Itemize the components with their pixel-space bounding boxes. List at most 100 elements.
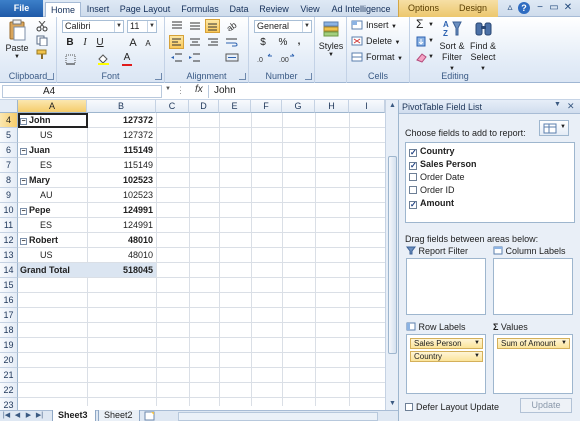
row-header[interactable]: 5: [0, 128, 18, 143]
insert-dropdown-icon[interactable]: ▼: [391, 24, 397, 30]
cell-b[interactable]: 124991: [87, 203, 156, 217]
field-item-sales-person[interactable]: ✓ Sales Person: [409, 158, 477, 171]
italic-button[interactable]: I: [79, 37, 91, 49]
field-checkbox[interactable]: [409, 186, 417, 194]
scroll-up-icon[interactable]: ▲: [388, 102, 397, 110]
autosum-dropdown-icon[interactable]: ▼: [428, 20, 434, 31]
column-header-i[interactable]: I: [349, 100, 385, 113]
format-painter-icon[interactable]: [36, 49, 48, 60]
cell-a[interactable]: US: [18, 128, 87, 142]
font-color-button[interactable]: A: [121, 52, 133, 64]
grow-font-button[interactable]: A: [127, 37, 139, 49]
field-checkbox[interactable]: [409, 173, 417, 181]
cell-a[interactable]: [18, 338, 87, 352]
cell-b[interactable]: 48010: [87, 248, 156, 262]
cell-b[interactable]: 127372: [87, 113, 156, 127]
align-left-button[interactable]: [169, 35, 184, 49]
update-button[interactable]: Update: [520, 398, 572, 413]
row-header[interactable]: 22: [0, 383, 18, 398]
currency-button[interactable]: $: [257, 37, 269, 49]
tab-ad-intelligence[interactable]: Ad Intelligence: [328, 2, 394, 17]
cell-b[interactable]: 115149: [87, 143, 156, 157]
name-box-dropdown-icon[interactable]: ▼: [165, 86, 171, 92]
field-item-order-date[interactable]: Order Date: [409, 171, 465, 184]
select-all-corner[interactable]: [0, 100, 18, 113]
help-icon[interactable]: ?: [518, 2, 530, 14]
last-sheet-icon[interactable]: ▶|: [35, 411, 44, 421]
cut-icon[interactable]: [36, 21, 48, 32]
first-sheet-icon[interactable]: |◀: [2, 411, 11, 421]
fill-color-icon[interactable]: [97, 53, 110, 65]
collapse-icon[interactable]: −: [20, 148, 27, 155]
cell-a[interactable]: − Juan: [18, 143, 87, 157]
cell-b[interactable]: [87, 323, 156, 337]
row-header[interactable]: 18: [0, 323, 18, 338]
cell-b[interactable]: [87, 293, 156, 307]
field-checkbox[interactable]: ✓: [409, 162, 417, 170]
chevron-down-icon[interactable]: ▼: [474, 339, 480, 348]
cell-b[interactable]: 115149: [87, 158, 156, 172]
increase-decimal-icon[interactable]: .0: [257, 53, 273, 64]
next-sheet-icon[interactable]: ▶: [24, 411, 33, 421]
borders-icon[interactable]: [65, 54, 77, 65]
find-select-button[interactable]: Find & Select ▼: [468, 19, 498, 72]
row-header[interactable]: 13: [0, 248, 18, 263]
field-checkbox[interactable]: ✓: [409, 149, 417, 157]
column-header-g[interactable]: G: [282, 100, 315, 113]
restore-icon[interactable]: ▭: [548, 2, 560, 14]
worksheet-grid[interactable]: A B C D E F G H I − John 127372 US 127372− Ju…: [0, 100, 385, 413]
vertical-scroll-thumb[interactable]: [388, 156, 397, 354]
minimize-icon[interactable]: −: [534, 2, 546, 14]
field-checkbox[interactable]: ✓: [409, 201, 417, 209]
row-header[interactable]: 16: [0, 293, 18, 308]
cell-b[interactable]: 127372: [87, 128, 156, 142]
column-header-c[interactable]: C: [156, 100, 189, 113]
vertical-scrollbar[interactable]: ▲ ▼: [385, 100, 398, 410]
collapse-icon[interactable]: −: [20, 238, 27, 245]
cell-a[interactable]: ES: [18, 158, 87, 172]
copy-icon[interactable]: [36, 35, 48, 46]
autosum-button[interactable]: Σ: [416, 18, 423, 30]
row-labels-area[interactable]: Sales Person ▼ Country ▼: [406, 334, 486, 394]
column-header-h[interactable]: H: [315, 100, 349, 113]
number-format-combo[interactable]: General ▼: [254, 20, 312, 33]
clipboard-launcher-icon[interactable]: [47, 73, 54, 80]
paste-button[interactable]: Paste ▼: [3, 19, 31, 61]
decrease-decimal-icon[interactable]: .00: [279, 53, 295, 64]
chevron-down-icon[interactable]: ▼: [302, 21, 311, 32]
cell-b[interactable]: [87, 368, 156, 382]
clear-dropdown-icon[interactable]: ▼: [428, 52, 434, 63]
cell-a[interactable]: [18, 383, 87, 397]
row-header[interactable]: 21: [0, 368, 18, 383]
styles-button[interactable]: Styles ▼: [317, 21, 345, 71]
row-header[interactable]: 9: [0, 188, 18, 203]
increase-indent-icon[interactable]: [189, 52, 201, 63]
cell-b[interactable]: [87, 353, 156, 367]
collapse-icon[interactable]: −: [20, 208, 27, 215]
tab-design[interactable]: Design: [448, 0, 498, 17]
insert-button[interactable]: Insert ▼: [366, 20, 397, 33]
cell-a[interactable]: − Mary: [18, 173, 87, 187]
align-right-icon[interactable]: [207, 36, 219, 47]
row-header[interactable]: 14: [0, 263, 18, 278]
cell-a[interactable]: [18, 353, 87, 367]
row-header[interactable]: 8: [0, 173, 18, 188]
row-header[interactable]: 10: [0, 203, 18, 218]
tab-review[interactable]: Review: [256, 2, 292, 17]
defer-layout-update[interactable]: Defer Layout Update: [405, 402, 499, 412]
row-header[interactable]: 7: [0, 158, 18, 173]
cell-b[interactable]: [87, 278, 156, 292]
styles-dropdown-icon[interactable]: ▼: [317, 52, 345, 58]
delete-cells-icon[interactable]: [351, 36, 363, 46]
cell-b[interactable]: 102523: [87, 188, 156, 202]
cell-b[interactable]: [87, 308, 156, 322]
row-header[interactable]: 20: [0, 353, 18, 368]
cell-a[interactable]: US: [18, 248, 87, 262]
column-header-e[interactable]: E: [219, 100, 251, 113]
cell-b[interactable]: 518045: [87, 263, 156, 277]
cell-a[interactable]: [18, 278, 87, 292]
cell-a[interactable]: AU: [18, 188, 87, 202]
cell-a[interactable]: Grand Total: [18, 263, 87, 277]
font-name-combo[interactable]: Calibri ▼: [62, 20, 124, 33]
insert-sheet-icon[interactable]: [144, 411, 156, 421]
